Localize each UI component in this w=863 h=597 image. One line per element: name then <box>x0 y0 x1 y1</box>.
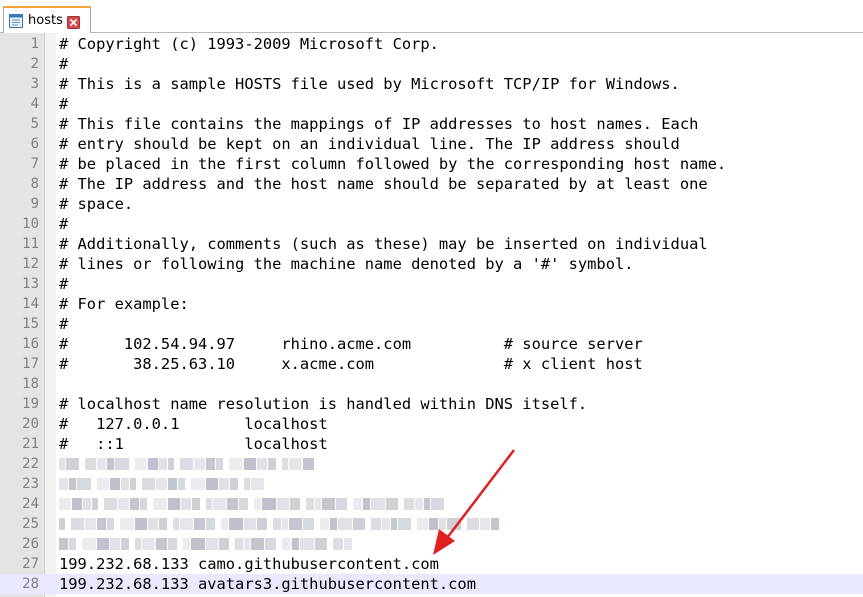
code-line[interactable]: 21 # ::1 localhost <box>0 434 863 454</box>
line-number: 15 <box>22 316 39 332</box>
tab-bar: hosts <box>0 0 863 33</box>
code-line[interactable]: 5 # This file contains the mappings of IP… <box>0 114 863 134</box>
line-text: # For example: <box>59 295 189 313</box>
line-number: 11 <box>22 236 39 252</box>
code-line[interactable]: 28 199.232.68.133 avatars3.githubusercont… <box>0 574 863 594</box>
line-number: 28 <box>22 576 39 592</box>
line-text: # 38.25.63.10 x.acme.com # x client host <box>59 355 643 373</box>
code-line[interactable]: 3 # This is a sample HOSTS file used by M… <box>0 74 863 94</box>
line-text: # <box>59 215 69 233</box>
code-line[interactable]: 23 <box>0 474 863 494</box>
tab-hosts[interactable]: hosts <box>3 6 91 33</box>
text-editor[interactable]: 1 # Copyright (c) 1993-2009 Microsoft Cor… <box>0 33 863 597</box>
line-text: # space. <box>59 195 134 213</box>
line-number: 7 <box>30 156 39 172</box>
code-line[interactable]: 12 # lines or following the machine name … <box>0 254 863 274</box>
line-text: # lines or following the machine name de… <box>59 255 634 273</box>
line-number: 3 <box>30 76 39 92</box>
line-number: 13 <box>22 276 39 292</box>
code-line[interactable]: 8 # The IP address and the host name shou… <box>0 174 863 194</box>
line-number: 6 <box>30 136 39 152</box>
line-number: 5 <box>30 116 39 132</box>
code-line[interactable]: 18 <box>0 374 863 394</box>
code-line[interactable]: 4 # <box>0 94 863 114</box>
code-line[interactable]: 26 <box>0 534 863 554</box>
code-line[interactable]: 24 <box>0 494 863 514</box>
line-text: # Additionally, comments (such as these)… <box>59 235 708 253</box>
line-number: 24 <box>22 496 39 512</box>
code-line[interactable]: 13 # <box>0 274 863 294</box>
line-number: 26 <box>22 536 39 552</box>
code-line[interactable]: 1 # Copyright (c) 1993-2009 Microsoft Cor… <box>0 34 863 54</box>
line-text: # be placed in the first column followed… <box>59 155 727 173</box>
tab-label: hosts <box>28 13 63 28</box>
line-number: 8 <box>30 176 39 192</box>
line-number: 1 <box>30 36 39 52</box>
line-number: 19 <box>22 396 39 412</box>
line-text: # <box>59 275 69 293</box>
line-text: # This file contains the mappings of IP … <box>59 115 699 133</box>
line-number: 12 <box>22 256 39 272</box>
code-line[interactable]: 11 # Additionally, comments (such as thes… <box>0 234 863 254</box>
line-text: 199.232.68.133 avatars3.githubuserconten… <box>59 575 476 593</box>
code-line[interactable]: 22 <box>0 454 863 474</box>
line-text: # localhost name resolution is handled w… <box>59 395 588 413</box>
code-line[interactable]: 9 # space. <box>0 194 863 214</box>
code-line[interactable]: 7 # be placed in the first column followe… <box>0 154 863 174</box>
line-number: 17 <box>22 356 39 372</box>
file-icon <box>8 13 24 29</box>
line-text: 199.232.68.133 camo.githubusercontent.co… <box>59 555 439 573</box>
code-line[interactable]: 6 # entry should be kept on an individual… <box>0 134 863 154</box>
line-text: # 127.0.0.1 localhost <box>59 415 328 433</box>
code-line[interactable]: 17 # 38.25.63.10 x.acme.com # x client ho… <box>0 354 863 374</box>
line-text: # Copyright (c) 1993-2009 Microsoft Corp… <box>59 35 439 53</box>
line-text: # This is a sample HOSTS file used by Mi… <box>59 75 680 93</box>
line-number: 21 <box>22 436 39 452</box>
line-number: 9 <box>30 196 39 212</box>
code-line[interactable]: 27 199.232.68.133 camo.githubusercontent.… <box>0 554 863 574</box>
line-number: 22 <box>22 456 39 472</box>
code-line[interactable]: 15 # <box>0 314 863 334</box>
line-text: # entry should be kept on an individual … <box>59 135 680 153</box>
line-number: 10 <box>22 216 39 232</box>
code-line[interactable]: 25 <box>0 514 863 534</box>
code-line[interactable]: 16 # 102.54.94.97 rhino.acme.com # source… <box>0 334 863 354</box>
code-line[interactable]: 2 # <box>0 54 863 74</box>
line-text: # <box>59 315 69 333</box>
code-line[interactable]: 19 # localhost name resolution is handled… <box>0 394 863 414</box>
close-icon[interactable] <box>66 14 80 29</box>
line-text: # ::1 localhost <box>59 435 328 453</box>
line-text: # <box>59 55 69 73</box>
code-line[interactable]: 14 # For example: <box>0 294 863 314</box>
code-line[interactable]: 10 # <box>0 214 863 234</box>
line-number: 2 <box>30 56 39 72</box>
line-number: 14 <box>22 296 39 312</box>
code-line[interactable]: 20 # 127.0.0.1 localhost <box>0 414 863 434</box>
line-text: # <box>59 95 69 113</box>
line-number: 23 <box>22 476 39 492</box>
line-text: # 102.54.94.97 rhino.acme.com # source s… <box>59 335 643 353</box>
line-text: # The IP address and the host name shoul… <box>59 175 708 193</box>
line-number: 4 <box>30 96 39 112</box>
line-number: 18 <box>22 376 39 392</box>
line-number: 25 <box>22 516 39 532</box>
line-number: 27 <box>22 556 39 572</box>
line-number: 16 <box>22 336 39 352</box>
line-number: 20 <box>22 416 39 432</box>
